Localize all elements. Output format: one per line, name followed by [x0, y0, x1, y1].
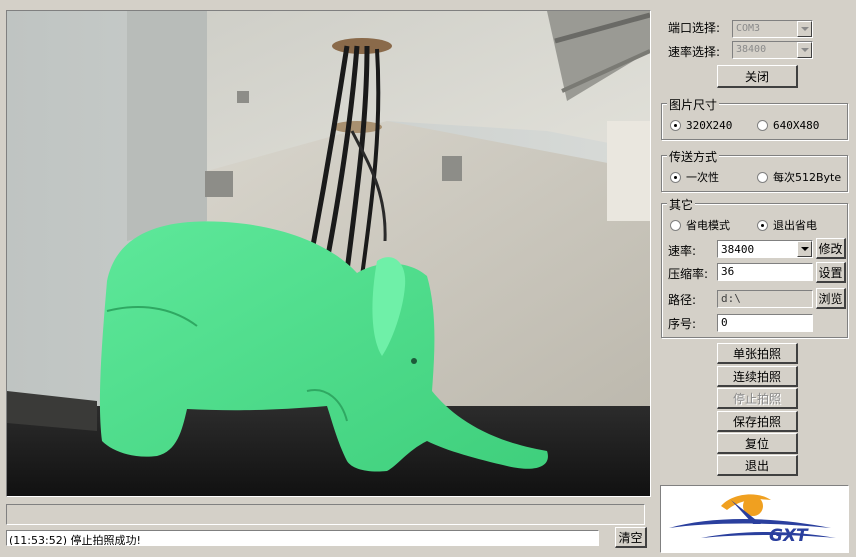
- compress-label: 压缩率:: [668, 267, 709, 281]
- radio-size-320[interactable]: 320X240: [670, 119, 732, 132]
- radio-power-exit[interactable]: 退出省电: [757, 217, 817, 233]
- radio-power-save[interactable]: 省电模式: [670, 217, 730, 233]
- radio-size-640[interactable]: 640X480: [757, 119, 819, 132]
- logo-text: GXT: [769, 526, 808, 546]
- radio-power-exit-label: 退出省电: [773, 219, 817, 232]
- radio-power-save-label: 省电模式: [686, 219, 730, 232]
- radio-size-640-label: 640X480: [773, 119, 820, 132]
- radio-dot: [757, 219, 768, 231]
- close-port-button[interactable]: 关闭: [717, 65, 798, 88]
- seq-input[interactable]: 0: [717, 314, 813, 332]
- radio-dot: [670, 120, 681, 131]
- baud-select[interactable]: 38400: [732, 41, 813, 59]
- status-log-text: (11:53:52) 停止拍照成功!: [9, 534, 141, 546]
- logo-panel: GXT: [660, 485, 849, 553]
- single-capture-button[interactable]: 单张拍照: [717, 343, 798, 364]
- seq-label: 序号:: [668, 317, 697, 331]
- modify-button[interactable]: 修改: [816, 238, 846, 259]
- radio-dot: [670, 171, 681, 183]
- rate-select[interactable]: 38400: [717, 240, 813, 258]
- path-label: 路径:: [668, 293, 697, 307]
- transfer-title: 传送方式: [667, 148, 720, 165]
- chevron-down-icon: [797, 241, 812, 257]
- progress-bar: [6, 504, 645, 525]
- gxt-logo-icon: [669, 494, 836, 538]
- rate-label: 速率:: [668, 244, 697, 258]
- radio-transfer-512[interactable]: 每次512Byte: [757, 169, 841, 185]
- baud-label: 速率选择:: [668, 45, 721, 59]
- continuous-capture-button[interactable]: 连续拍照: [717, 366, 798, 387]
- other-title: 其它: [667, 196, 696, 213]
- radio-size-320-label: 320X240: [686, 119, 733, 132]
- clear-button[interactable]: 清空: [615, 527, 647, 548]
- stop-capture-button[interactable]: 停止拍照: [717, 388, 798, 409]
- image-size-title: 图片尺寸: [667, 96, 720, 113]
- radio-transfer-once[interactable]: 一次性: [670, 169, 719, 185]
- browse-button[interactable]: 浏览: [816, 288, 846, 309]
- port-select[interactable]: COM3: [732, 20, 813, 38]
- radio-transfer-512-label: 每次512Byte: [773, 171, 842, 184]
- exit-button[interactable]: 退出: [717, 455, 798, 476]
- preview-image: [7, 11, 650, 496]
- set-button[interactable]: 设置: [816, 262, 846, 283]
- radio-dot: [757, 171, 768, 183]
- radio-transfer-once-label: 一次性: [686, 171, 719, 184]
- radio-dot: [670, 219, 681, 231]
- chevron-down-icon: [797, 42, 812, 58]
- port-select-value: COM3: [736, 23, 761, 34]
- status-log[interactable]: (11:53:52) 停止拍照成功!: [6, 530, 599, 546]
- camera-preview: [6, 10, 651, 497]
- baud-select-value: 38400: [736, 44, 767, 55]
- path-input[interactable]: d:\: [717, 290, 813, 308]
- chevron-down-icon: [797, 21, 812, 37]
- radio-dot: [757, 120, 768, 131]
- port-label: 端口选择:: [668, 21, 721, 35]
- reset-button[interactable]: 复位: [717, 433, 798, 454]
- compress-input[interactable]: 36: [717, 263, 813, 281]
- rate-select-value: 38400: [721, 243, 755, 256]
- save-capture-button[interactable]: 保存拍照: [717, 411, 798, 432]
